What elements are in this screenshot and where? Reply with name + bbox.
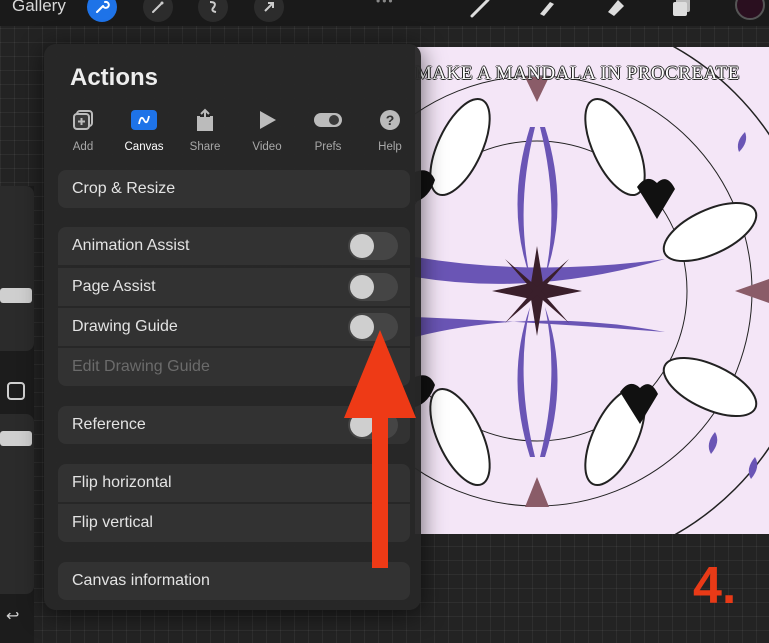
drawing-canvas[interactable]: MAKE A MANDALA IN PROCREATE (415, 47, 769, 534)
crop-resize-item[interactable]: Crop & Resize (58, 170, 410, 208)
brush-icon[interactable] (468, 0, 494, 20)
svg-text:?: ? (386, 112, 395, 128)
item-label: Page Assist (72, 278, 156, 295)
item-label: Crop & Resize (72, 180, 176, 197)
left-sidebar: ↩ (0, 186, 34, 643)
page-assist-toggle[interactable] (348, 273, 398, 301)
transform-arrow-icon[interactable] (254, 0, 284, 22)
mandala-artwork (415, 47, 769, 534)
item-label: Flip vertical (72, 514, 153, 531)
item-label: Animation Assist (72, 237, 190, 254)
add-image-icon (73, 110, 93, 130)
more-dots[interactable]: ••• (376, 0, 395, 8)
help-icon: ? (380, 110, 400, 130)
canvas-icon (131, 110, 157, 130)
smudge-icon[interactable] (532, 0, 558, 20)
page-assist-item[interactable]: Page Assist (58, 268, 410, 306)
tab-add[interactable]: Add (52, 107, 114, 155)
tab-label: Prefs (314, 141, 342, 153)
canvas-title-text: MAKE A MANDALA IN PROCREATE (415, 63, 740, 84)
panel-title: Actions (70, 64, 159, 91)
undo-icon[interactable]: ↩ (6, 606, 19, 626)
tab-share[interactable]: Share (174, 107, 236, 155)
brush-size-thumb[interactable] (0, 288, 32, 303)
top-toolbar: Gallery ••• (0, 0, 769, 26)
color-picker[interactable] (735, 0, 765, 20)
item-label: Flip horizontal (72, 474, 172, 491)
tab-label: Add (72, 141, 94, 153)
item-label: Drawing Guide (72, 318, 178, 335)
animation-assist-toggle[interactable] (348, 232, 398, 260)
item-label: Edit Drawing Guide (72, 358, 210, 375)
selection-icon[interactable] (198, 0, 228, 22)
share-icon (197, 108, 213, 131)
red-arrow-annotation (344, 330, 416, 568)
tab-label: Canvas (124, 141, 164, 153)
gallery-button[interactable]: Gallery (12, 0, 66, 16)
item-label: Reference (72, 416, 146, 433)
magic-wand-icon[interactable] (143, 0, 173, 22)
step-number-label: 4. (693, 557, 737, 615)
tab-label: Video (252, 141, 282, 153)
tab-help[interactable]: ? Help (359, 107, 421, 155)
tab-label: Help (378, 141, 402, 153)
eraser-icon[interactable] (602, 0, 628, 20)
tab-canvas[interactable]: Canvas (113, 107, 175, 155)
play-icon (260, 111, 276, 129)
toggle-icon (314, 113, 342, 127)
animation-assist-item[interactable]: Animation Assist (58, 227, 410, 265)
tab-video[interactable]: Video (236, 107, 298, 155)
brush-size-slider[interactable] (0, 186, 34, 351)
opacity-thumb[interactable] (0, 431, 32, 446)
tab-label: Share (189, 141, 221, 153)
opacity-slider[interactable] (0, 414, 34, 594)
wrench-icon[interactable] (87, 0, 117, 22)
layers-icon[interactable] (670, 0, 696, 20)
item-label: Canvas information (72, 572, 210, 589)
tab-prefs[interactable]: Prefs (297, 107, 359, 155)
modify-button[interactable] (7, 382, 25, 400)
